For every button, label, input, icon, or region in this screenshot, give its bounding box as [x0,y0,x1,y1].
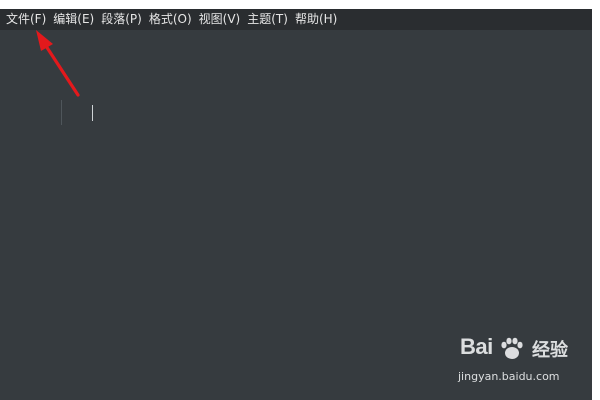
right-edge-strip [592,0,600,400]
menu-help[interactable]: 帮助(H) [293,9,342,30]
menu-format[interactable]: 格式(O) [147,9,197,30]
menu-file[interactable]: 文件(F) [4,9,51,30]
top-strip [0,0,600,9]
screenshot-frame: 文件(F) 编辑(E) 段落(P) 格式(O) 视图(V) 主题(T) 帮助(H… [0,0,600,400]
menu-theme[interactable]: 主题(T) [245,9,293,30]
menu-paragraph[interactable]: 段落(P) [99,9,147,30]
block-indicator-line [61,100,62,125]
text-caret [92,105,93,121]
menu-view[interactable]: 视图(V) [197,9,246,30]
menu-bar: 文件(F) 编辑(E) 段落(P) 格式(O) 视图(V) 主题(T) 帮助(H… [0,9,592,30]
editor-area[interactable] [0,30,592,400]
typora-window: 文件(F) 编辑(E) 段落(P) 格式(O) 视图(V) 主题(T) 帮助(H… [0,9,592,400]
menu-edit[interactable]: 编辑(E) [51,9,99,30]
